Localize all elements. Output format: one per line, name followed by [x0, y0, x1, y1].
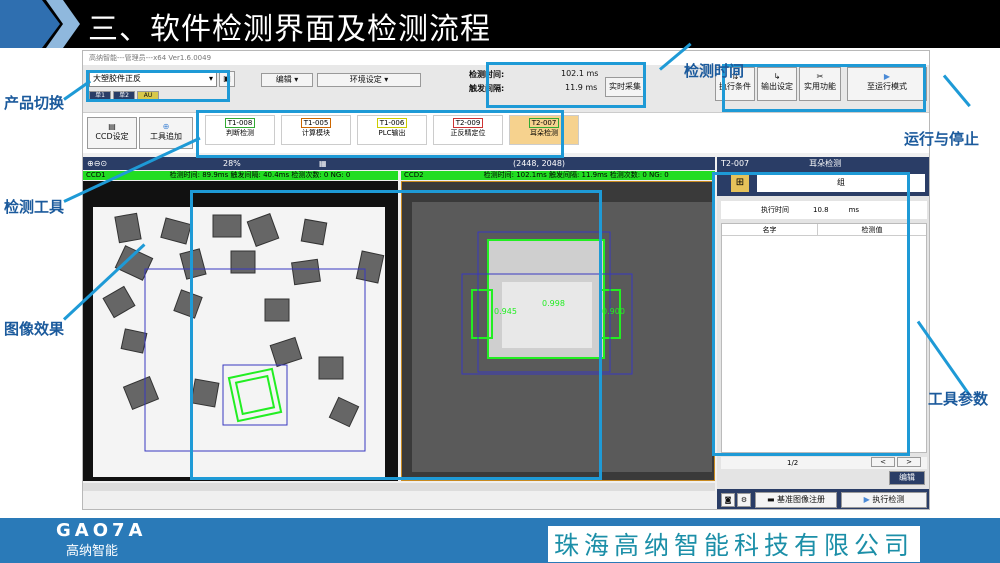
slide-title: 三、软件检测界面及检测流程 [88, 12, 491, 47]
pager: 1/2 < > [721, 457, 927, 469]
camera-icon: ▤ [108, 122, 116, 131]
callout-box-params [712, 172, 910, 456]
prev-page-button[interactable]: < [871, 457, 895, 467]
register-reference-button[interactable]: ▬ 基准图像注册 [755, 492, 837, 508]
menu-edit-label: 编辑 [275, 75, 292, 84]
run-detection-label: 执行检测 [872, 495, 905, 504]
label-detect-time: 检测时间 [684, 62, 745, 80]
zoom-in-icon[interactable]: ⊕ [87, 159, 94, 168]
callout-line [942, 74, 971, 108]
tool-params-header: T2-007 耳朵检测 [717, 157, 929, 170]
label-run-stop: 运行与停止 [904, 130, 980, 148]
edit-button[interactable]: 编辑 [889, 471, 925, 485]
callout-box-tools [196, 110, 564, 158]
image-icon: ▬ [766, 495, 775, 504]
view-bar: ⊕⊖⊙ 28% ▦ (2448, 2048) [83, 157, 715, 170]
menu-env-label: 环境设定 [349, 75, 382, 84]
image-scrollbar[interactable] [83, 483, 715, 491]
add-icon: ⊕ [162, 122, 170, 131]
ccd2-status: 检测时间: 102.1ms 触发间隔: 11.9ms 检测次数: 0 NG: 0 [483, 171, 669, 179]
footer-logo: GAO7A [56, 520, 147, 541]
play-icon: ▶ [863, 495, 870, 504]
tool-add-label: 工具追加 [150, 132, 182, 141]
label-image-effect: 图像效果 [4, 320, 65, 338]
image-coords: (2448, 2048) [513, 159, 566, 168]
callout-box-image [190, 190, 602, 480]
ccd1-status-bar: CCD1 检测时间: 89.9ms 触发间隔: 40.4ms 检测次数: 0 NG… [83, 171, 398, 180]
menu-env[interactable]: 环境设定 ▾ [317, 73, 421, 87]
zoom-fit-icon[interactable]: ⊙ [100, 159, 107, 168]
ccd1-status: 检测时间: 89.9ms 触发间隔: 40.4ms 检测次数: 0 NG: 0 [169, 171, 351, 179]
action-bar: ◙ ⚙ ▬ 基准图像注册 ▶ 执行检测 [717, 489, 929, 509]
callout-box-product [86, 70, 230, 102]
footer-company: 珠海高纳智能科技有限公司 [548, 526, 921, 562]
grid-icon[interactable]: ▦ [319, 157, 327, 170]
ccd1-name: CCD1 [86, 171, 106, 179]
menu-edit[interactable]: 编辑 ▾ [261, 73, 313, 87]
zoom-level: 28% [223, 159, 241, 168]
register-reference-label: 基准图像注册 [777, 495, 826, 504]
label-detect-tool: 检测工具 [4, 198, 65, 216]
camera-icon[interactable]: ◙ [721, 493, 735, 507]
ccd-settings-label: CCD设定 [95, 132, 129, 141]
page-label: 1/2 [787, 459, 799, 467]
tool-id-label: T2-007 [721, 159, 750, 168]
reading-right: 0.900 [602, 307, 625, 316]
run-detection-button[interactable]: ▶ 执行检测 [841, 492, 927, 508]
next-page-button[interactable]: > [897, 457, 921, 467]
settings-icon[interactable]: ⚙ [737, 493, 751, 507]
label-product-switch: 产品切换 [4, 94, 65, 112]
label-tool-params: 工具参数 [928, 390, 989, 408]
callout-box-run [722, 64, 926, 112]
ccd2-status-bar: CCD2 检测时间: 102.1ms 触发间隔: 11.9ms 检测次数: 0 N… [401, 171, 715, 180]
callout-box-time [486, 62, 646, 108]
footer-brand: 高纳智能 [66, 544, 119, 559]
ccd-settings-button[interactable]: ▤ CCD设定 [87, 117, 137, 149]
ccd2-name: CCD2 [404, 171, 424, 179]
tool-name-label: 耳朵检测 [809, 159, 842, 168]
